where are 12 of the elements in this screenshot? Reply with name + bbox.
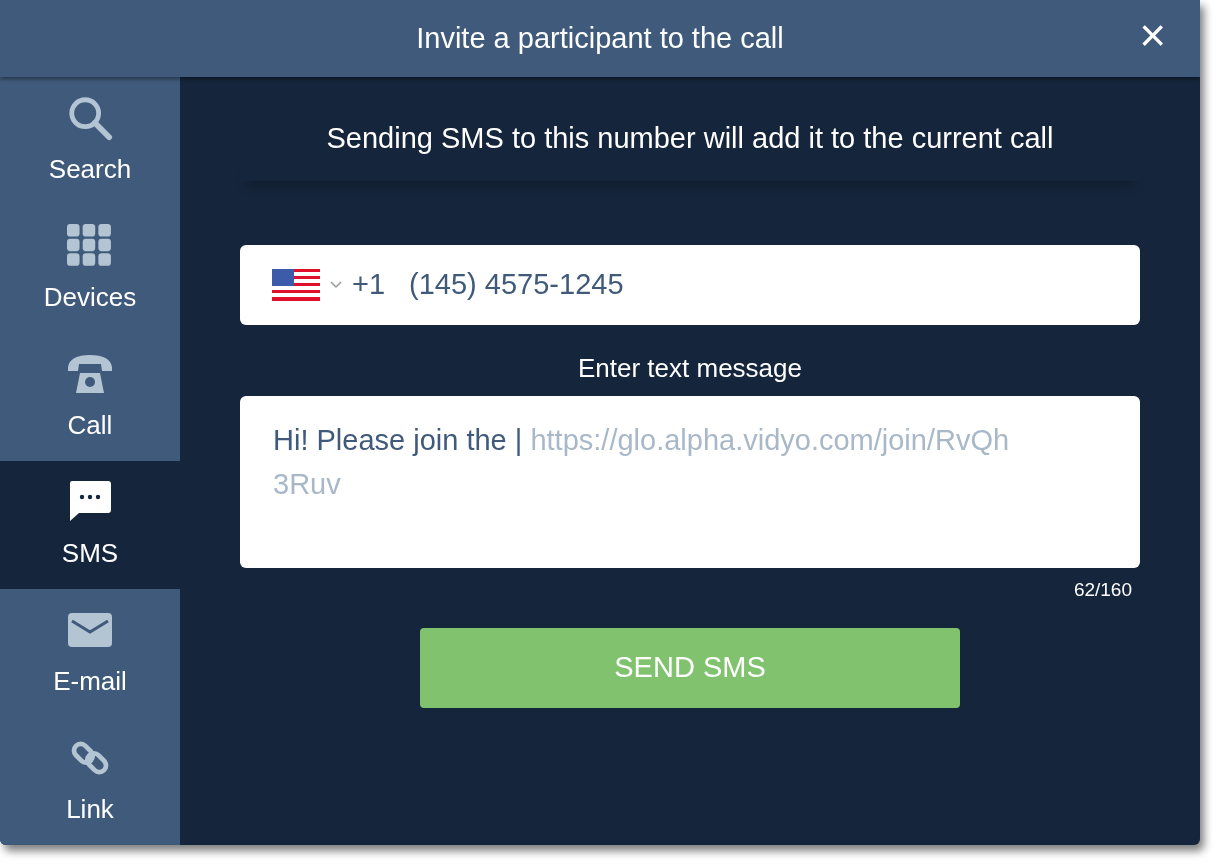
message-field[interactable]: Hi! Please join the | https://glo.alpha.vidyo.com/join/RvQh3Ruv [240,395,1140,568]
phone-field[interactable]: +1 (145) 4575-1245 [240,244,1140,325]
phone-number: (145) 4575-1245 [409,266,624,302]
info-text: Sending SMS to this number will add it to the current call [326,121,1054,156]
character-counter: 62/160 [1072,577,1133,602]
flag-icon [272,268,320,301]
sidebar-tab[interactable]: SMS [0,461,180,589]
close-button[interactable]: × [1135,12,1170,58]
window-title: Invite a participant to the call [416,20,784,56]
country-code: +1 [352,266,386,302]
caret-icon [330,280,342,289]
message-label: Enter text message [578,351,802,385]
